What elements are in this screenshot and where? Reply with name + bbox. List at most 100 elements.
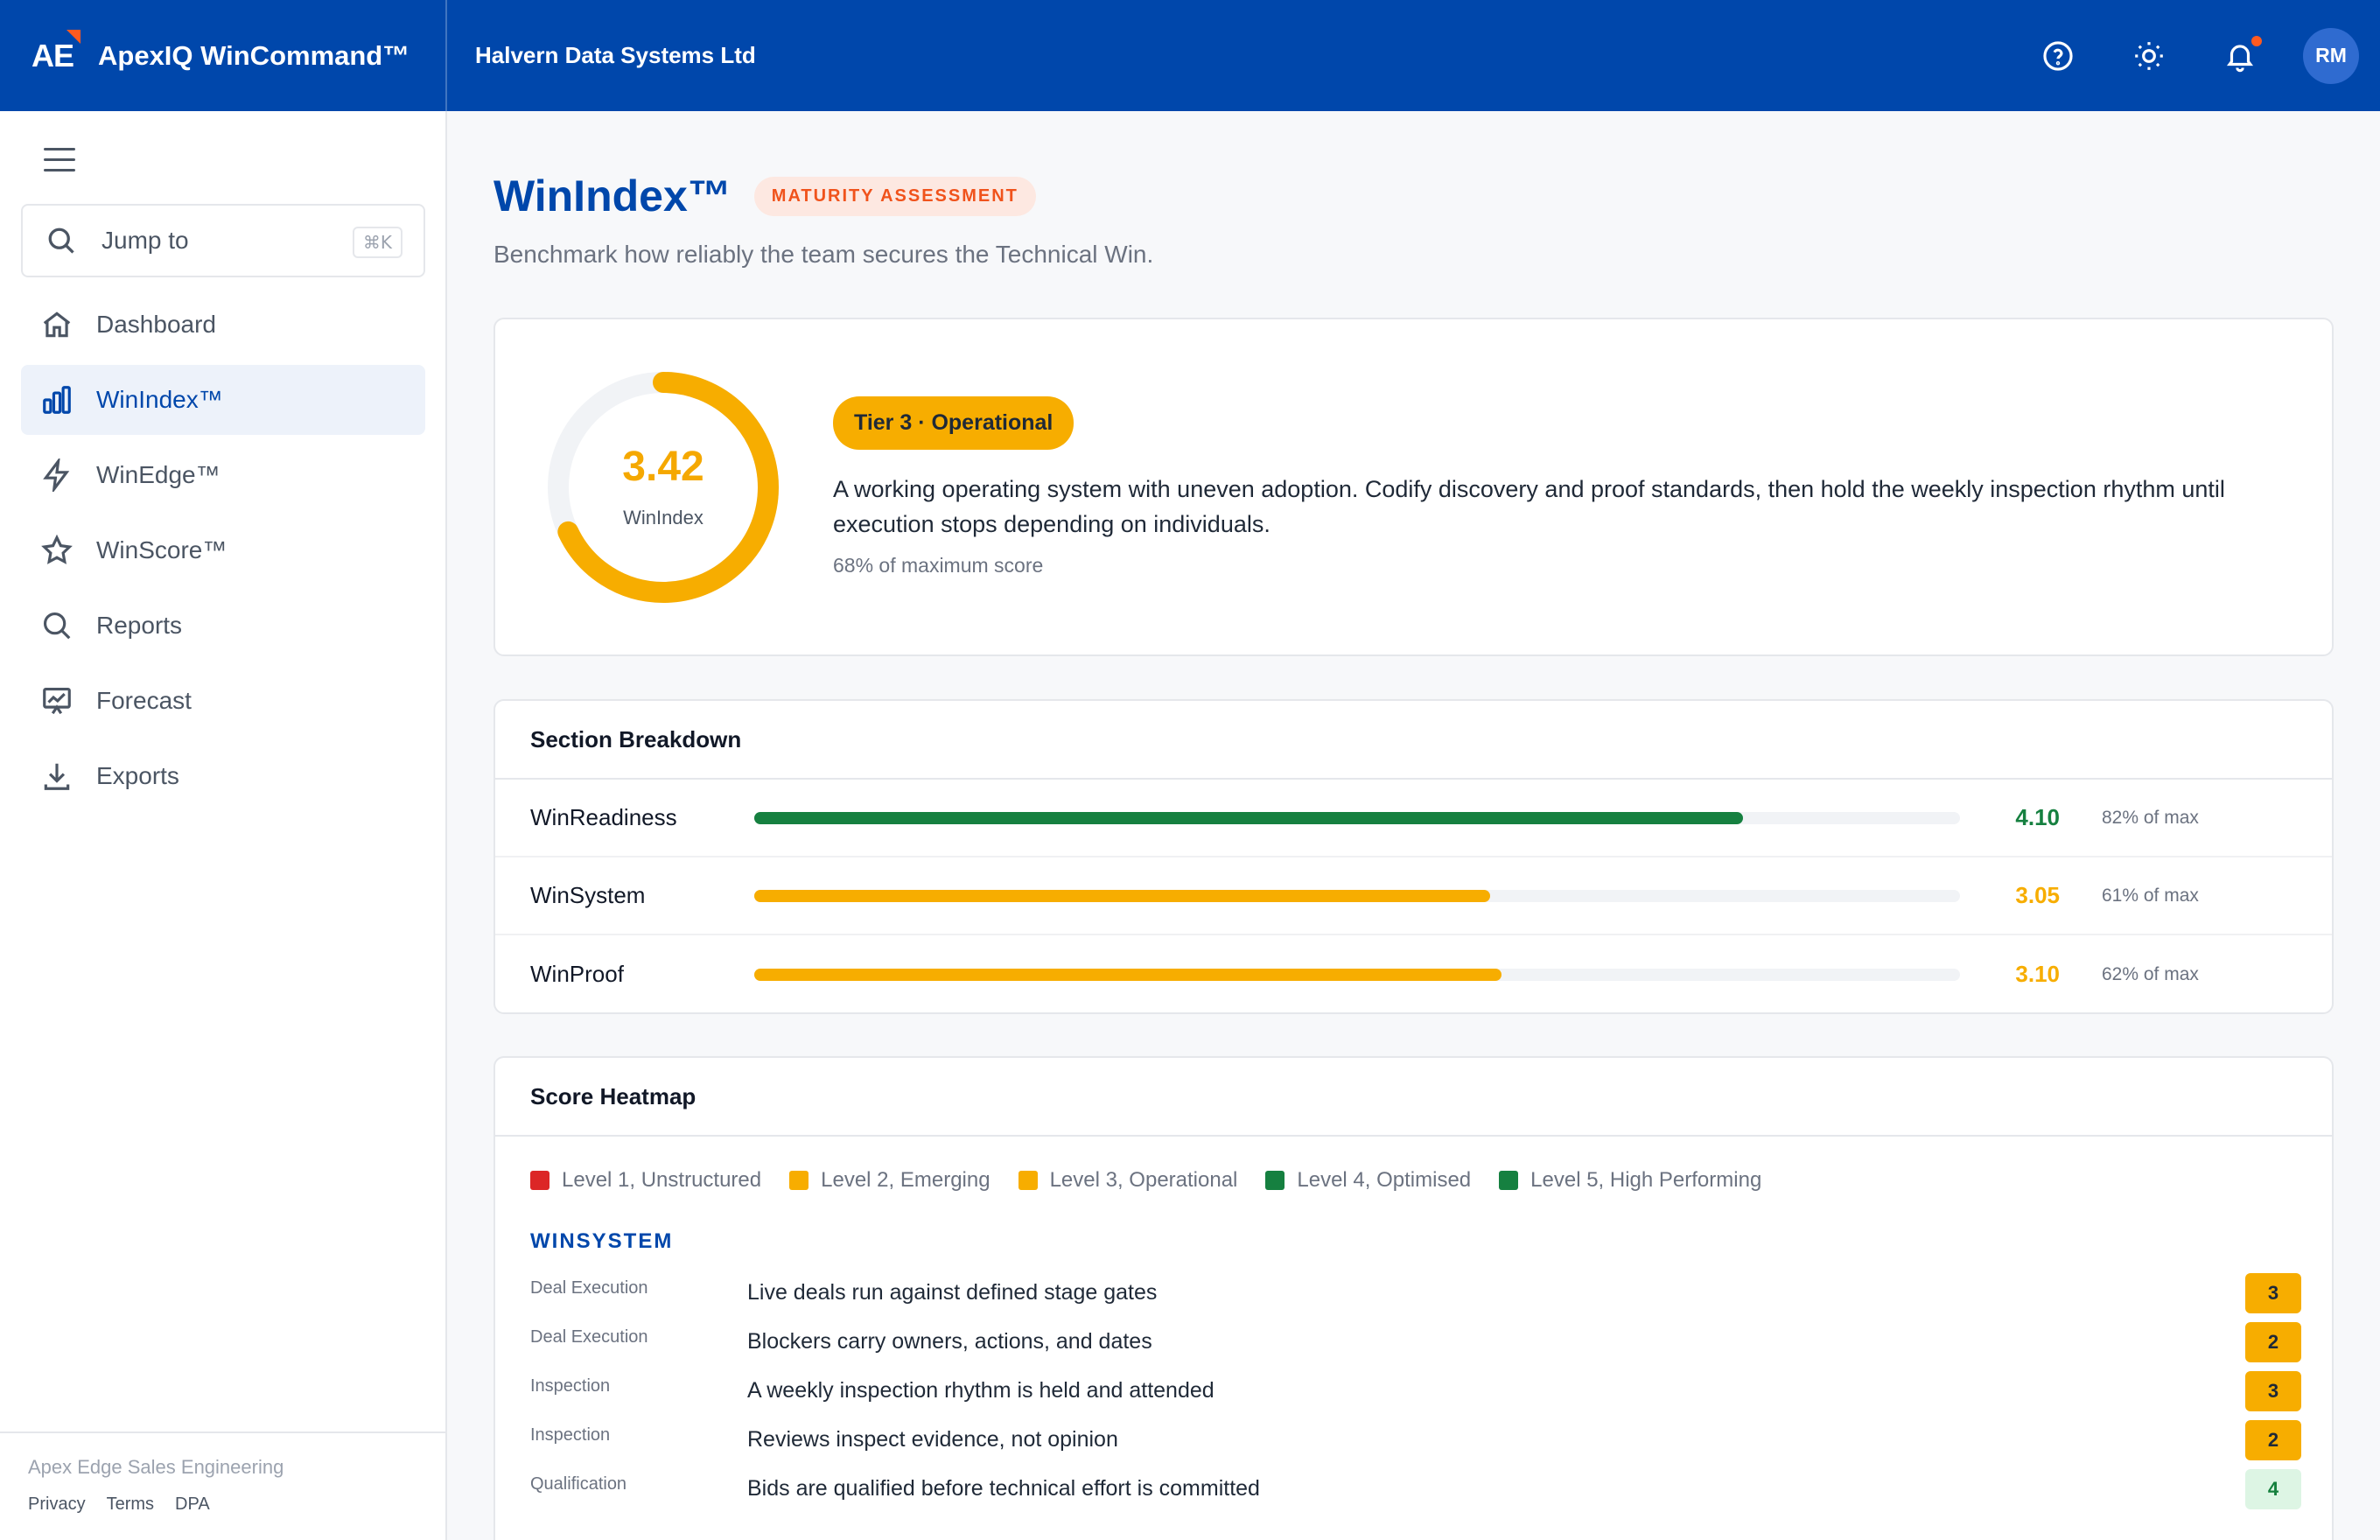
- heatmap-score[interactable]: 4: [2245, 1469, 2301, 1509]
- breakdown-bar-track: [754, 968, 1960, 981]
- heatmap-category: Inspection: [530, 1376, 611, 1396]
- sidebar-item-winscore[interactable]: WinScore™: [21, 515, 425, 585]
- brand[interactable]: AE ApexIQ WinCommand™: [0, 0, 447, 111]
- help-button[interactable]: [2012, 0, 2104, 111]
- jump-to-label: Jump to: [102, 227, 189, 254]
- presentation-chart-icon: [43, 687, 71, 715]
- score-heatmap-card: Score Heatmap Level 1, Unstructured Level…: [494, 1056, 2334, 1540]
- heatmap-score[interactable]: 3: [2245, 1273, 2301, 1313]
- breakdown-score: 3.10: [2015, 961, 2060, 987]
- home-icon: [43, 312, 71, 338]
- breakdown-bar-track: [754, 811, 1960, 824]
- breakdown-score: 3.05: [2015, 882, 2060, 908]
- legend-label: Level 1, Unstructured: [562, 1168, 762, 1192]
- search-icon: [43, 612, 71, 640]
- score-percent: 68% of maximum score: [833, 554, 1044, 577]
- breakdown-row: WinProof 3.10 62% of max: [495, 935, 2332, 1013]
- legend-label: Level 2, Emerging: [821, 1168, 990, 1192]
- breakdown-percent: 61% of max: [2102, 885, 2199, 906]
- heatmap-row: Deal Execution Blockers carry owners, act…: [495, 1319, 2335, 1368]
- sidebar-item-reports[interactable]: Reports: [21, 591, 425, 661]
- legend-swatch: [530, 1171, 550, 1190]
- heatmap-legend: Level 1, Unstructured Level 2, Emerging Le…: [530, 1168, 1789, 1193]
- heatmap-score[interactable]: 3: [2245, 1371, 2301, 1411]
- heatmap-row: Deal Execution Live deals run against def…: [495, 1270, 2335, 1319]
- sidebar-item-forecast[interactable]: Forecast: [21, 666, 425, 736]
- tier-description: A working operating system with uneven a…: [833, 476, 2225, 537]
- legend-swatch: [1499, 1171, 1519, 1190]
- legend-label: Level 5, High Performing: [1530, 1168, 1762, 1192]
- breakdown-bar-track: [754, 889, 1960, 902]
- terms-link[interactable]: Terms: [107, 1494, 154, 1515]
- page-title: WinIndex™: [494, 172, 732, 220]
- score-card: 3.42 WinIndex Tier 3 · Operational A wor…: [494, 318, 2334, 656]
- heatmap-statement: A weekly inspection rhythm is held and a…: [747, 1378, 1214, 1403]
- dpa-link[interactable]: DPA: [175, 1494, 210, 1515]
- sidebar-item-label: Exports: [96, 762, 179, 789]
- notification-dot: [2249, 33, 2264, 49]
- breakdown-bar-fill: [754, 811, 1743, 824]
- legend-item: Level 5, High Performing: [1499, 1168, 1761, 1193]
- title-row: WinIndex™ MATURITY ASSESSMENT: [494, 171, 1036, 221]
- org-name: Halvern Data Systems Ltd: [475, 42, 756, 68]
- heatmap-statement: Live deals run against defined stage gat…: [747, 1280, 1158, 1305]
- legend-item: Level 3, Operational: [1018, 1168, 1238, 1193]
- help-icon: [2043, 40, 2073, 71]
- legend-swatch: [789, 1171, 809, 1190]
- brand-name: ApexIQ WinCommand™: [98, 39, 410, 71]
- heatmap-category: Deal Execution: [530, 1278, 648, 1298]
- sidebar-item-exports[interactable]: Exports: [21, 741, 425, 811]
- breakdown-percent: 82% of max: [2102, 807, 2199, 828]
- score-label: WinIndex: [623, 507, 704, 528]
- breakdown-percent: 62% of max: [2102, 963, 2199, 984]
- sidebar: Jump to ⌘K Dashboard WinIndex™ WinEdge™ …: [0, 111, 447, 1540]
- tier-badge: Tier 3 · Operational: [833, 396, 1074, 450]
- heatmap-category: Deal Execution: [530, 1327, 648, 1347]
- sidebar-item-label: Forecast: [96, 687, 192, 714]
- heatmap-score[interactable]: 2: [2245, 1420, 2301, 1460]
- sidebar-footer: Apex Edge Sales Engineering Privacy Term…: [0, 1432, 445, 1540]
- sidebar-item-label: WinScore™: [96, 536, 228, 564]
- breakdown-title: Section Breakdown: [495, 701, 2332, 780]
- sidebar-item-dashboard[interactable]: Dashboard: [21, 290, 425, 360]
- legend-swatch: [1018, 1171, 1038, 1190]
- breakdown-name: WinReadiness: [530, 804, 677, 830]
- heatmap-statement: Bids are qualified before technical effo…: [747, 1476, 1260, 1501]
- breakdown-rows: WinReadiness 4.10 82% of max WinSystem 3.05 6…: [495, 780, 2332, 1013]
- page-subtitle: Benchmark how reliably the team secures …: [494, 241, 1154, 268]
- sidebar-item-label: WinIndex™: [96, 386, 223, 413]
- legend-item: Level 1, Unstructured: [530, 1168, 761, 1193]
- notifications-button[interactable]: [2194, 0, 2286, 111]
- score-value: 3.42: [622, 444, 704, 490]
- sidebar-item-winedge[interactable]: WinEdge™: [21, 440, 425, 510]
- legend-label: Level 3, Operational: [1049, 1168, 1238, 1192]
- breakdown-score: 4.10: [2015, 804, 2060, 830]
- breakdown-bar-fill: [754, 968, 1502, 981]
- heatmap-row: Inspection Reviews inspect evidence, not …: [495, 1417, 2335, 1466]
- heatmap-row: Qualification Bids are qualified before t…: [495, 1466, 2335, 1515]
- heatmap-statement: Blockers carry owners, actions, and date…: [747, 1329, 1152, 1354]
- avatar[interactable]: RM: [2303, 27, 2359, 84]
- legend-item: Level 4, Optimised: [1265, 1168, 1471, 1193]
- heatmap-category: Qualification: [530, 1474, 627, 1494]
- breakdown-row: WinReadiness 4.10 82% of max: [495, 780, 2332, 858]
- footer-company: Apex Edge Sales Engineering: [28, 1456, 284, 1478]
- shortcut-hint: ⌘K: [352, 227, 402, 258]
- assessment-badge: MATURITY ASSESSMENT: [753, 176, 1036, 216]
- legend-swatch: [1265, 1171, 1285, 1190]
- sun-icon: [2135, 41, 2163, 70]
- heatmap-section-label: WINSYSTEM: [530, 1229, 674, 1253]
- heatmap-rows: Deal Execution Live deals run against def…: [495, 1270, 2335, 1515]
- bar-chart-icon: [43, 386, 71, 414]
- heatmap-score[interactable]: 2: [2245, 1322, 2301, 1362]
- breakdown-name: WinSystem: [530, 882, 646, 908]
- jump-to-search[interactable]: Jump to ⌘K: [21, 204, 425, 277]
- breakdown-name: WinProof: [530, 961, 624, 987]
- theme-toggle-button[interactable]: [2104, 0, 2194, 111]
- menu-toggle-icon[interactable]: [44, 148, 75, 172]
- privacy-link[interactable]: Privacy: [28, 1494, 86, 1515]
- brand-flag-icon: [66, 29, 80, 44]
- sidebar-nav: Dashboard WinIndex™ WinEdge™ WinScore™ R…: [21, 290, 425, 816]
- heatmap-category: Inspection: [530, 1425, 611, 1445]
- sidebar-item-winindex[interactable]: WinIndex™: [21, 365, 425, 435]
